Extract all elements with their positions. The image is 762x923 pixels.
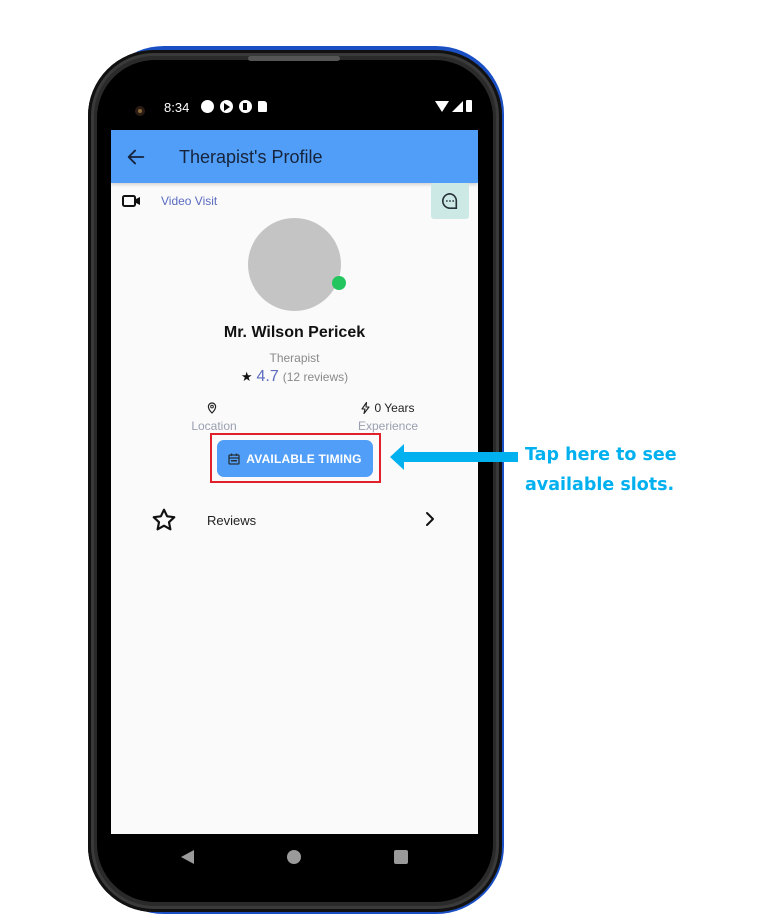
location-info: Location: [173, 400, 255, 433]
system-status-icons: [435, 100, 472, 112]
video-visit-label: Video Visit: [161, 194, 218, 208]
page-title: Therapist's Profile: [179, 147, 323, 167]
app-notification-icon: [239, 100, 252, 113]
rating-row: ★ 4.7 (12 reviews): [111, 368, 478, 386]
lightning-bolt-icon: [361, 402, 371, 414]
nav-back-button[interactable]: [181, 850, 194, 864]
chat-button[interactable]: [431, 183, 469, 219]
back-arrow-icon[interactable]: [125, 146, 147, 168]
battery-icon: [466, 100, 472, 112]
nav-home-button[interactable]: [287, 850, 301, 864]
reviews-list-item[interactable]: Reviews: [151, 505, 437, 535]
reviews-count: (12 reviews): [282, 370, 349, 384]
notification-dot-icon: [201, 100, 214, 113]
star-filled-icon: ★: [240, 369, 253, 384]
location-label: Location: [191, 419, 237, 433]
chat-bubble-icon: [442, 192, 458, 210]
location-pin-icon: [207, 402, 217, 414]
status-time: 8:34: [164, 100, 190, 115]
video-camera-icon: [122, 195, 140, 207]
nav-recents-button[interactable]: [394, 850, 408, 864]
cell-signal-icon: [452, 100, 463, 112]
rating-value: 4.7: [256, 368, 279, 385]
video-visit-indicator: Video Visit: [122, 194, 217, 208]
status-bar: 8:34: [111, 94, 478, 122]
reviews-label: Reviews: [207, 513, 257, 528]
system-nav-bar: [111, 834, 478, 880]
star-outline-icon: [152, 508, 176, 531]
phone-speaker: [248, 56, 340, 61]
available-timing-label: AVAILABLE TIMING: [246, 451, 362, 466]
online-status-indicator: [332, 276, 346, 290]
sd-card-icon: [258, 101, 267, 112]
annotation-text: Tap here to see available slots.: [525, 445, 677, 495]
experience-label: Experience: [357, 419, 419, 433]
notification-icons: [201, 100, 267, 113]
annotation-arrow-icon: [390, 444, 518, 470]
app-screen: Therapist's Profile Video Visit Mr. Wils…: [111, 130, 478, 834]
experience-value: 0 Years: [374, 401, 415, 415]
therapist-name: Mr. Wilson Pericek: [223, 324, 366, 341]
wifi-icon: [435, 100, 449, 112]
available-timing-button[interactable]: AVAILABLE TIMING: [217, 440, 373, 477]
app-bar: Therapist's Profile: [111, 130, 478, 183]
experience-info: 0 Years Experience: [341, 400, 435, 433]
calendar-icon: [228, 453, 240, 465]
avatar: [248, 218, 341, 311]
play-notification-icon: [220, 100, 233, 113]
therapist-role: Therapist: [269, 351, 320, 365]
chevron-right-icon: [426, 512, 434, 526]
